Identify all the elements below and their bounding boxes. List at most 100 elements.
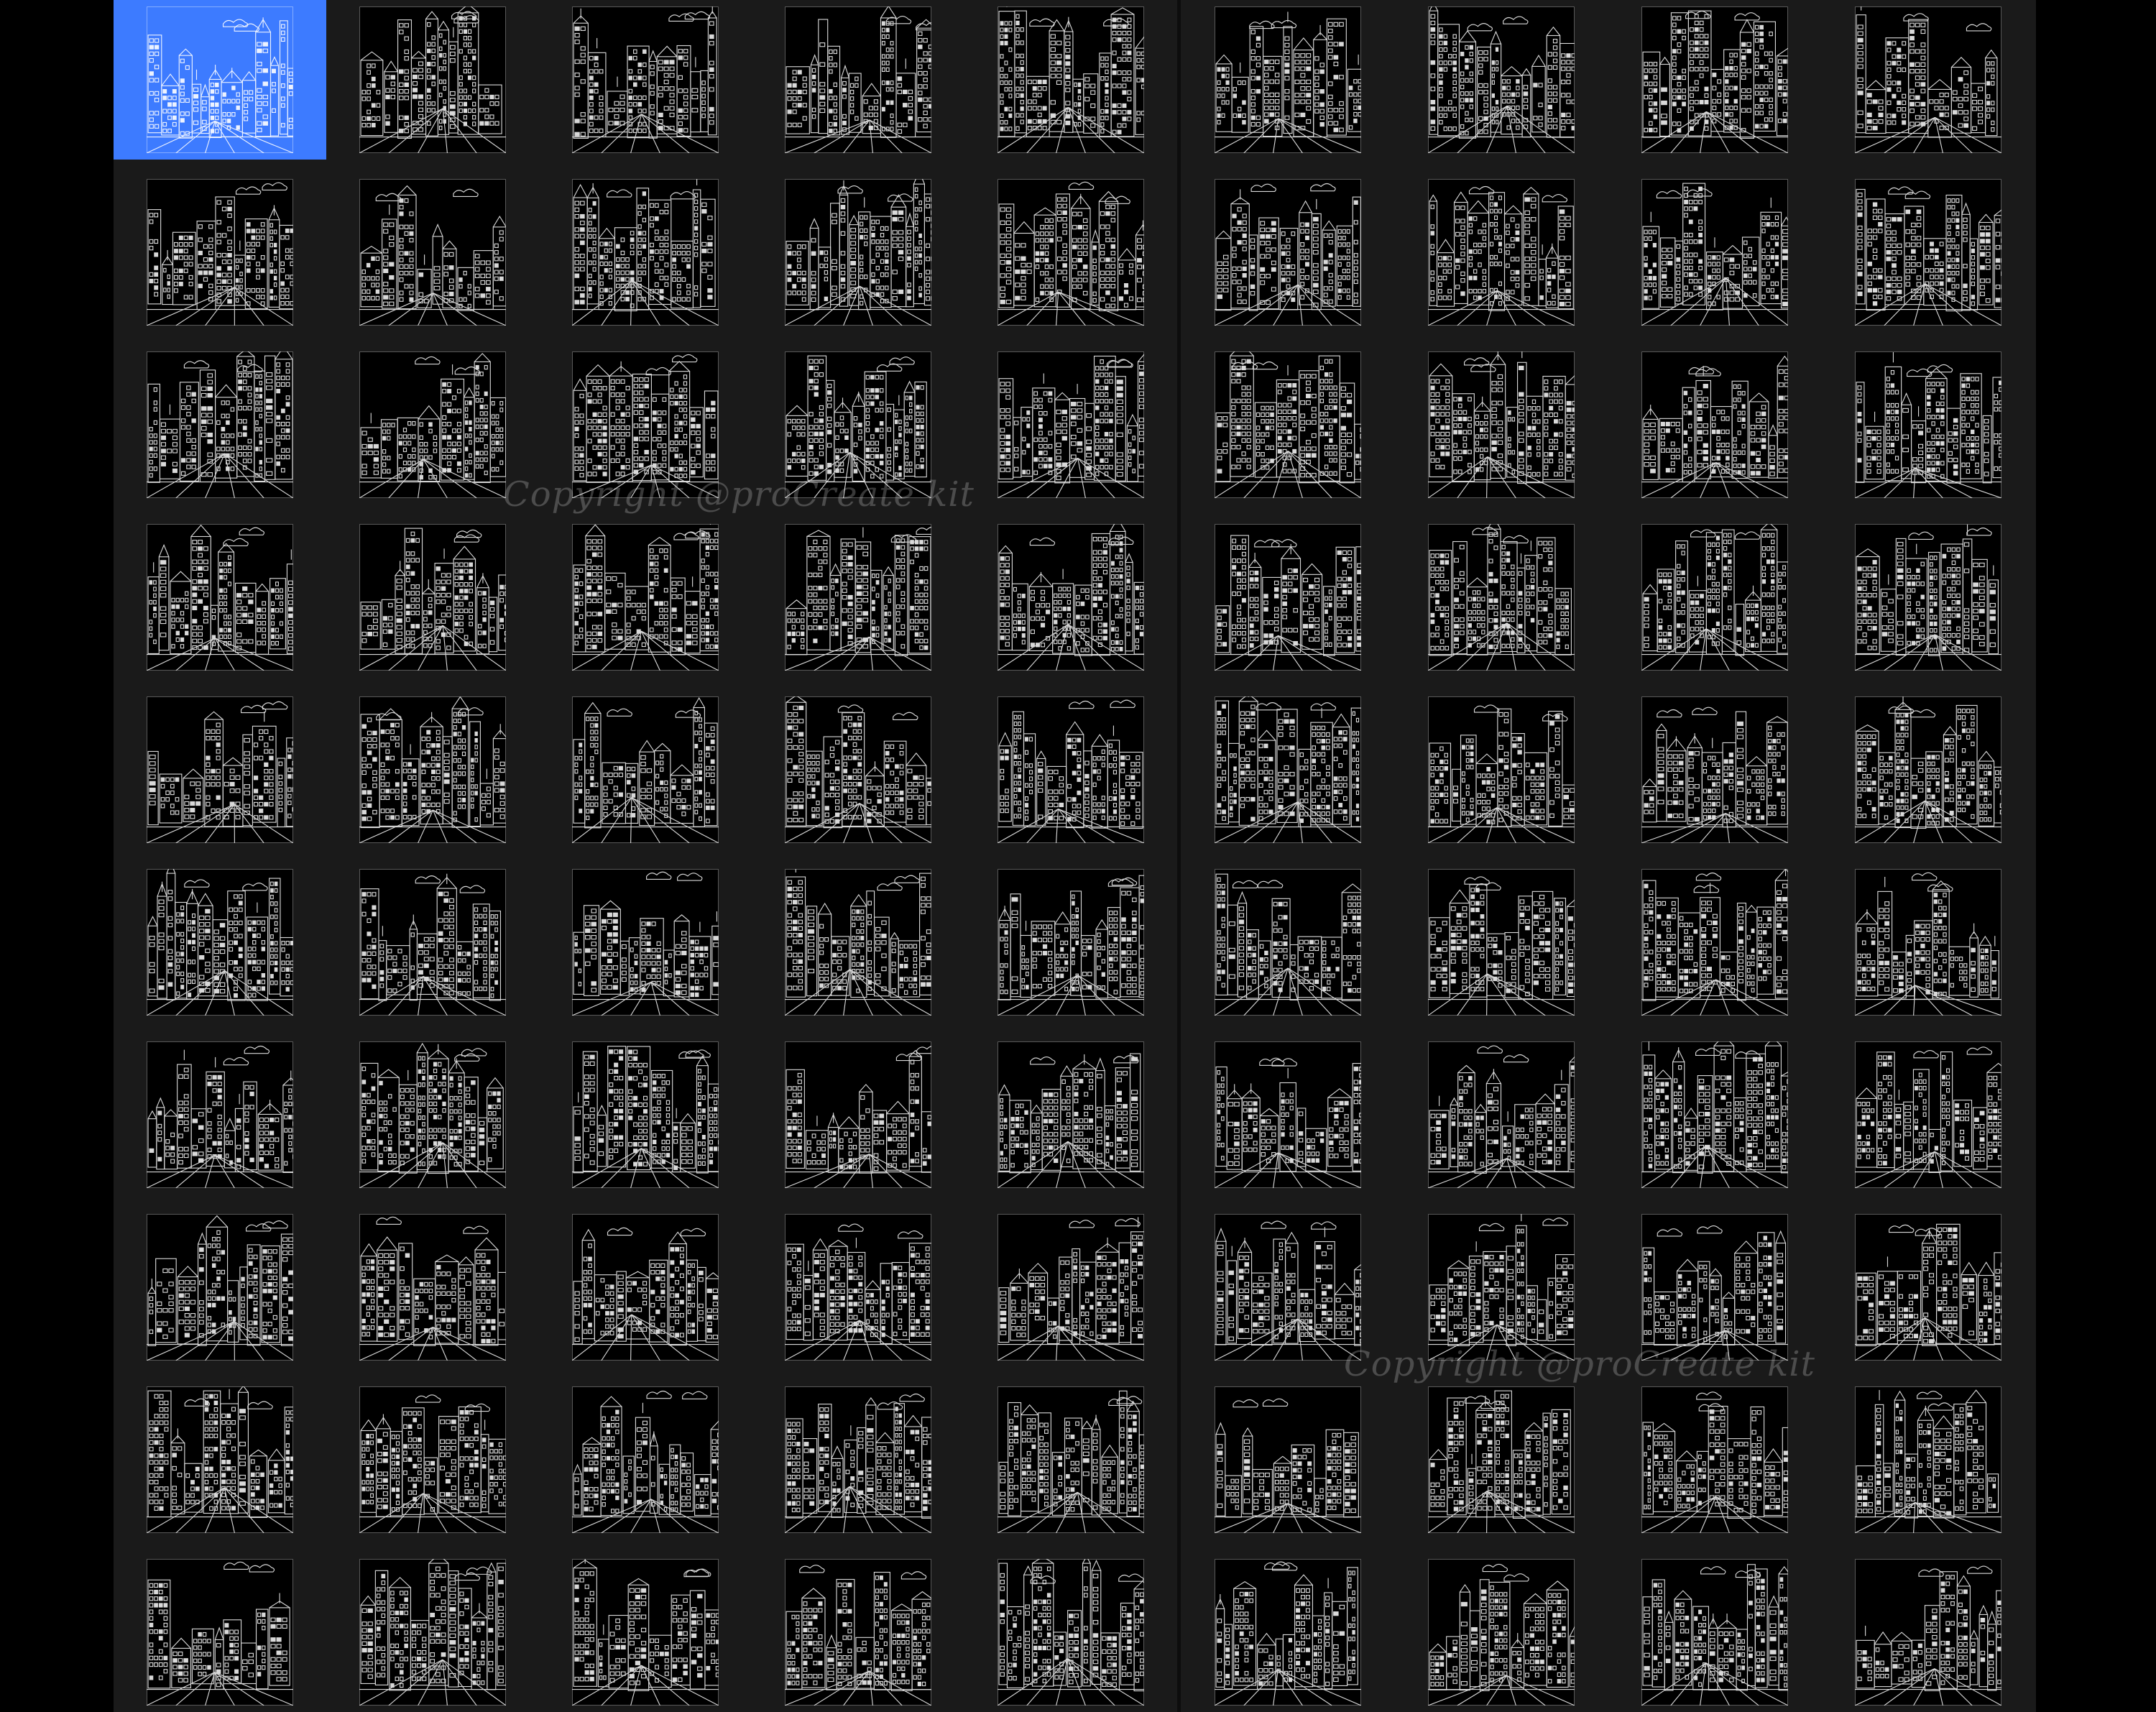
- thumbnail-tile[interactable]: [1394, 862, 1608, 1022]
- thumbnail-tile[interactable]: [964, 345, 1177, 505]
- thumbnail-tile[interactable]: [752, 862, 964, 1022]
- thumbnail-tile[interactable]: [1821, 1035, 2035, 1195]
- thumbnail-tile[interactable]: [114, 345, 326, 505]
- thumbnail-tile[interactable]: [114, 690, 326, 850]
- thumbnail-tile[interactable]: [539, 1207, 752, 1367]
- thumbnail-tile[interactable]: [964, 690, 1177, 850]
- thumbnail-tile[interactable]: [752, 345, 964, 505]
- thumbnail-tile[interactable]: [964, 862, 1177, 1022]
- city-street-lineart-thumbnail: [1214, 696, 1361, 843]
- thumbnail-tile[interactable]: [964, 517, 1177, 677]
- city-street-lineart-thumbnail: [1214, 351, 1361, 498]
- thumbnail-tile[interactable]: [326, 690, 539, 850]
- thumbnail-tile[interactable]: [1394, 1380, 1608, 1540]
- thumbnail-tile[interactable]: [1608, 0, 1821, 160]
- city-street-lineart-thumbnail: [147, 696, 293, 843]
- thumbnail-tile[interactable]: [1181, 1035, 1394, 1195]
- thumbnail-tile[interactable]: [752, 1380, 964, 1540]
- city-street-lineart-thumbnail: [359, 6, 506, 153]
- city-street-lineart-thumbnail: [785, 524, 931, 671]
- thumbnail-tile[interactable]: [1394, 517, 1608, 677]
- thumbnail-tile[interactable]: [114, 862, 326, 1022]
- thumbnail-tile[interactable]: [752, 172, 964, 332]
- thumbnail-tile[interactable]: [539, 690, 752, 850]
- thumbnail-tile[interactable]: [326, 1207, 539, 1367]
- thumbnail-tile[interactable]: [539, 862, 752, 1022]
- thumbnail-tile[interactable]: [964, 1035, 1177, 1195]
- thumbnail-tile[interactable]: [114, 1207, 326, 1367]
- city-street-lineart-thumbnail: [1641, 1386, 1788, 1533]
- thumbnail-tile[interactable]: [1181, 862, 1394, 1022]
- thumbnail-tile[interactable]: [1394, 0, 1608, 160]
- thumbnail-tile[interactable]: [1821, 1552, 2035, 1712]
- thumbnail-tile[interactable]: [1394, 172, 1608, 332]
- thumbnail-tile[interactable]: [1181, 0, 1394, 160]
- thumbnail-tile[interactable]: [752, 0, 964, 160]
- thumbnail-tile[interactable]: [964, 1207, 1177, 1367]
- thumbnail-tile[interactable]: [326, 345, 539, 505]
- thumbnail-tile[interactable]: [1821, 690, 2035, 850]
- thumbnail-tile[interactable]: [539, 345, 752, 505]
- thumbnail-tile[interactable]: [114, 1380, 326, 1540]
- thumbnail-tile[interactable]: [1608, 172, 1821, 332]
- thumbnail-tile[interactable]: [1181, 1207, 1394, 1367]
- thumbnail-tile[interactable]: [326, 517, 539, 677]
- thumbnail-tile[interactable]: [752, 1035, 964, 1195]
- thumbnail-tile[interactable]: [1394, 345, 1608, 505]
- thumbnail-tile[interactable]: [326, 0, 539, 160]
- thumbnail-tile[interactable]: [539, 1552, 752, 1712]
- thumbnail-tile[interactable]: [1821, 862, 2035, 1022]
- thumbnail-tile[interactable]: [1608, 1380, 1821, 1540]
- thumbnail-tile[interactable]: [326, 1552, 539, 1712]
- thumbnail-tile[interactable]: [114, 517, 326, 677]
- thumbnail-tile[interactable]: [1608, 517, 1821, 677]
- thumbnail-tile[interactable]: [1821, 1380, 2035, 1540]
- thumbnail-tile[interactable]: [539, 1035, 752, 1195]
- thumbnail-tile[interactable]: [752, 1552, 964, 1712]
- thumbnail-tile[interactable]: [752, 1207, 964, 1367]
- thumbnail-tile[interactable]: [1608, 1207, 1821, 1367]
- thumbnail-tile[interactable]: [1181, 172, 1394, 332]
- thumbnail-tile[interactable]: [752, 517, 964, 677]
- thumbnail-tile[interactable]: [326, 172, 539, 332]
- thumbnail-tile[interactable]: [114, 172, 326, 332]
- thumbnail-tile[interactable]: [1821, 345, 2035, 505]
- city-street-lineart-thumbnail: [1214, 524, 1361, 671]
- thumbnail-tile[interactable]: [1821, 172, 2035, 332]
- thumbnail-tile[interactable]: [1821, 1207, 2035, 1367]
- city-street-lineart-thumbnail: [359, 869, 506, 1016]
- thumbnail-tile[interactable]: [326, 862, 539, 1022]
- thumbnail-tile[interactable]: [752, 690, 964, 850]
- thumbnail-tile[interactable]: [964, 0, 1177, 160]
- thumbnail-tile[interactable]: [964, 1380, 1177, 1540]
- thumbnail-tile-selected[interactable]: [114, 0, 326, 160]
- thumbnail-tile[interactable]: [964, 172, 1177, 332]
- city-street-lineart-thumbnail: [359, 524, 506, 671]
- thumbnail-tile[interactable]: [1181, 1380, 1394, 1540]
- thumbnail-tile[interactable]: [1181, 1552, 1394, 1712]
- thumbnail-tile[interactable]: [326, 1035, 539, 1195]
- thumbnail-tile[interactable]: [1181, 690, 1394, 850]
- thumbnail-tile[interactable]: [1181, 517, 1394, 677]
- thumbnail-tile[interactable]: [539, 1380, 752, 1540]
- thumbnail-tile[interactable]: [326, 1380, 539, 1540]
- thumbnail-tile[interactable]: [1394, 1035, 1608, 1195]
- thumbnail-tile[interactable]: [539, 172, 752, 332]
- thumbnail-tile[interactable]: [1394, 690, 1608, 850]
- thumbnail-tile[interactable]: [1821, 517, 2035, 677]
- thumbnail-tile[interactable]: [114, 1552, 326, 1712]
- thumbnail-tile[interactable]: [1608, 690, 1821, 850]
- thumbnail-tile[interactable]: [114, 1035, 326, 1195]
- thumbnail-tile[interactable]: [539, 0, 752, 160]
- thumbnail-tile[interactable]: [1394, 1207, 1608, 1367]
- city-street-lineart-thumbnail: [572, 524, 719, 671]
- thumbnail-tile[interactable]: [1821, 0, 2035, 160]
- thumbnail-tile[interactable]: [539, 517, 752, 677]
- thumbnail-tile[interactable]: [1608, 345, 1821, 505]
- thumbnail-tile[interactable]: [1608, 862, 1821, 1022]
- thumbnail-tile[interactable]: [1608, 1035, 1821, 1195]
- thumbnail-tile[interactable]: [1181, 345, 1394, 505]
- thumbnail-tile[interactable]: [1394, 1552, 1608, 1712]
- thumbnail-tile[interactable]: [1608, 1552, 1821, 1712]
- thumbnail-tile[interactable]: [964, 1552, 1177, 1712]
